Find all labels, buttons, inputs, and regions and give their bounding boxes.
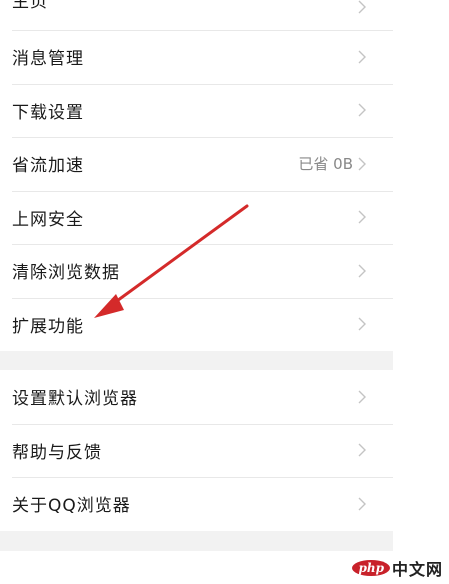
settings-item-about[interactable]: 关于QQ浏览器 [0,477,393,531]
chevron-right-icon [357,50,367,64]
settings-item-web-security[interactable]: 上网安全 [0,190,393,244]
chevron-right-icon [357,157,367,171]
section-divider [0,530,393,551]
chevron-right-icon [357,103,367,117]
watermark-text: 中文网 [391,560,443,579]
settings-item-label: 上网安全 [12,209,84,230]
settings-item-help-feedback[interactable]: 帮助与反馈 [0,423,393,477]
settings-item-label: 扩展功能 [12,316,84,337]
settings-item-home[interactable]: 主页 [0,0,393,30]
settings-item-label: 关于QQ浏览器 [12,496,131,517]
chevron-right-icon [357,390,367,404]
settings-item-label: 主页 [12,0,48,12]
settings-item-label: 省流加速 [12,156,84,177]
watermark: php 中文网 [352,556,443,580]
settings-item-label: 设置默认浏览器 [12,389,138,410]
chevron-right-icon [357,317,367,331]
chevron-right-icon [357,264,367,278]
settings-panel: 主页 消息管理 下载设置 省流加速 已省 0B 上网安全 清除浏览数据 扩展功能 [0,0,393,551]
section-divider [0,351,393,370]
settings-page: 主页 消息管理 下载设置 省流加速 已省 0B 上网安全 清除浏览数据 扩展功能 [0,0,449,584]
chevron-right-icon [357,210,367,224]
chevron-right-icon [357,443,367,457]
chevron-right-icon [357,0,367,14]
php-logo: php [352,560,390,576]
settings-item-extensions[interactable]: 扩展功能 [0,297,393,351]
settings-item-label: 消息管理 [12,49,84,70]
settings-item-download-settings[interactable]: 下载设置 [0,83,393,137]
settings-item-label: 清除浏览数据 [12,263,120,284]
settings-item-clear-browsing-data[interactable]: 清除浏览数据 [0,244,393,298]
settings-item-data-saver[interactable]: 省流加速 已省 0B [0,137,393,191]
chevron-right-icon [357,497,367,511]
settings-item-label: 下载设置 [12,102,84,123]
settings-item-label: 帮助与反馈 [12,442,102,463]
settings-item-message-management[interactable]: 消息管理 [0,30,393,84]
data-saved-value: 已省 0B [298,155,353,174]
settings-item-set-default-browser[interactable]: 设置默认浏览器 [0,370,393,424]
